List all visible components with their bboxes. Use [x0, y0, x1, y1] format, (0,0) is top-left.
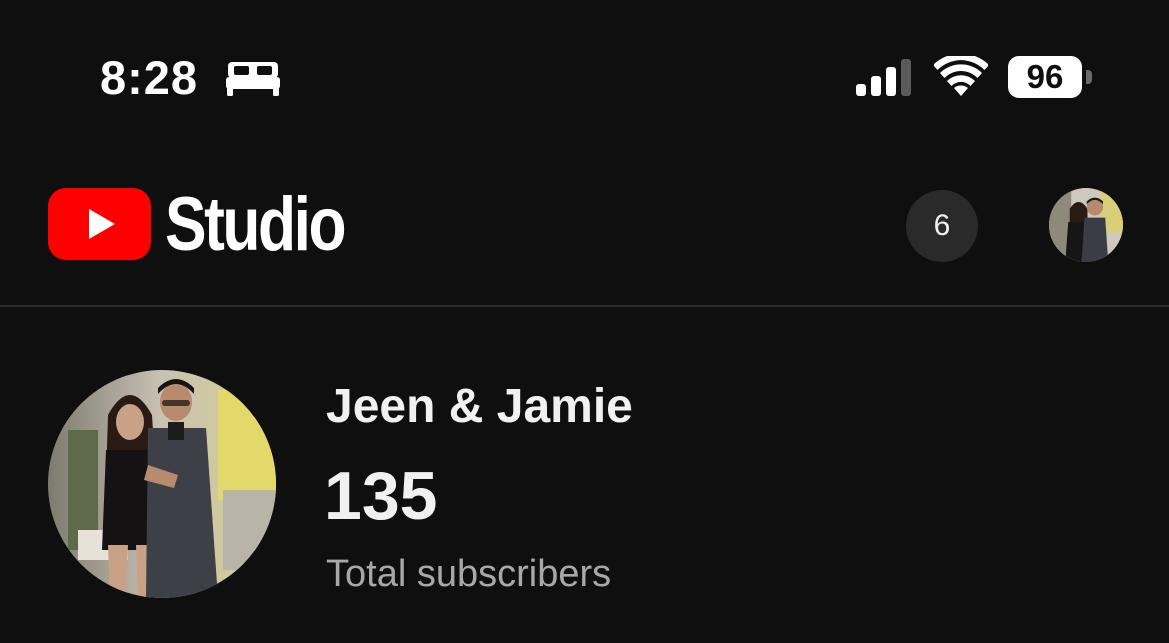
app-header: Studio 6: [0, 150, 1169, 306]
battery-level: 96: [1026, 58, 1064, 95]
subscriber-label: Total subscribers: [326, 553, 612, 595]
brand-name: Studio: [165, 182, 347, 267]
cellular-signal-icon: [856, 59, 911, 96]
youtube-play-icon[interactable]: [48, 188, 151, 260]
battery-tip: [1086, 70, 1092, 84]
channel-avatar[interactable]: [48, 370, 276, 598]
battery-indicator: 96: [1008, 56, 1094, 100]
wifi-icon: [934, 56, 988, 96]
channel-name: Jeen & Jamie: [326, 380, 633, 433]
status-time: 8:28: [100, 51, 199, 104]
channel-avatar-photo: [48, 370, 276, 598]
subscriber-count: 135: [324, 458, 438, 534]
header-divider: [0, 305, 1169, 307]
status-bar: 8:28 96: [0, 0, 1169, 150]
battery-icon: 96: [1008, 56, 1082, 98]
notification-count: 6: [933, 209, 951, 242]
account-avatar[interactable]: [1049, 188, 1123, 262]
account-avatar-photo: [1049, 188, 1123, 262]
bed-icon: [226, 62, 280, 96]
notification-count-button[interactable]: 6: [906, 190, 978, 262]
